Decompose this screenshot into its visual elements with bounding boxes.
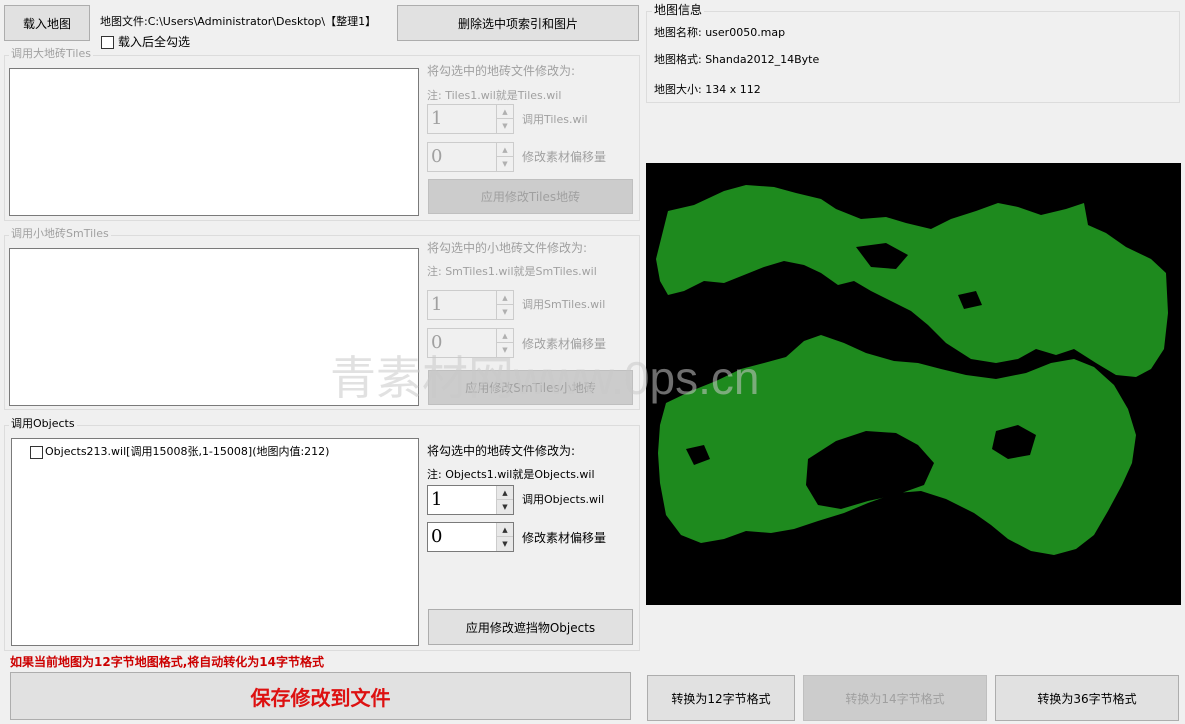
format-warning-text: 如果当前地图为12字节地图格式,将自动转化为14字节格式 <box>10 655 324 669</box>
smtiles-group-title: 调用小地砖SmTiles <box>9 227 111 240</box>
convert-36byte-button[interactable]: 转换为36字节格式 <box>995 675 1179 721</box>
spin-up-icon[interactable]: ▲ <box>497 291 513 305</box>
apply-objects-button[interactable]: 应用修改遮挡物Objects <box>428 609 633 645</box>
smtiles-offset-label: 修改素材偏移量 <box>522 337 607 351</box>
tiles-offset-stepper[interactable]: 0 ▲ ▼ <box>427 142 514 172</box>
spin-up-icon[interactable]: ▲ <box>497 329 513 343</box>
spin-up-icon[interactable]: ▲ <box>497 105 513 119</box>
tiles-index-stepper[interactable]: 1 ▲ ▼ <box>427 104 514 134</box>
objects-item-label: Objects213.wil[调用15008张,1-15008](地图内值:21… <box>45 445 330 458</box>
objects-offset-stepper[interactable]: 0 ▲ ▼ <box>427 522 514 552</box>
map-size-label: 地图大小: 134 x 112 <box>654 83 761 96</box>
tiles-modify-to-label: 将勾选中的地砖文件修改为: <box>427 64 576 78</box>
spin-down-icon[interactable]: ▼ <box>497 119 513 133</box>
smtiles-index-label: 调用SmTiles.wil <box>522 298 606 311</box>
spin-down-icon[interactable]: ▼ <box>497 305 513 319</box>
spin-down-icon[interactable]: ▼ <box>497 537 513 551</box>
apply-smtiles-button[interactable]: 应用修改SmTiles小地砖 <box>428 370 633 405</box>
objects-index-value: 1 <box>431 489 443 510</box>
smtiles-offset-value: 0 <box>431 332 443 353</box>
map-info-title: 地图信息 <box>652 3 705 17</box>
tiles-listbox[interactable] <box>9 68 419 216</box>
spin-up-icon[interactable]: ▲ <box>497 143 513 157</box>
spin-up-icon[interactable]: ▲ <box>497 523 513 537</box>
objects-modify-to-label: 将勾选中的地砖文件修改为: <box>427 444 576 458</box>
map-format-label: 地图格式: Shanda2012_14Byte <box>654 53 820 66</box>
objects-item-checkbox[interactable] <box>30 446 43 459</box>
smtiles-note-label: 注: SmTiles1.wil就是SmTiles.wil <box>427 265 597 278</box>
spin-down-icon[interactable]: ▼ <box>497 157 513 171</box>
spin-down-icon[interactable]: ▼ <box>497 343 513 357</box>
load-map-button[interactable]: 载入地图 <box>4 5 90 41</box>
map-terrain <box>656 185 1168 555</box>
select-all-on-load-label: 载入后全勾选 <box>118 35 191 49</box>
objects-note-label: 注: Objects1.wil就是Objects.wil <box>427 468 595 481</box>
tiles-offset-value: 0 <box>431 146 443 167</box>
spin-down-icon[interactable]: ▼ <box>497 500 513 514</box>
objects-index-label: 调用Objects.wil <box>522 493 605 506</box>
tiles-index-label: 调用Tiles.wil <box>522 113 588 126</box>
tiles-note-label: 注: Tiles1.wil就是Tiles.wil <box>427 89 562 102</box>
tiles-group-title: 调用大地砖Tiles <box>9 47 93 60</box>
smtiles-offset-stepper[interactable]: 0 ▲ ▼ <box>427 328 514 358</box>
convert-14byte-button[interactable]: 转换为14字节格式 <box>803 675 987 721</box>
objects-offset-value: 0 <box>431 526 443 547</box>
map-preview[interactable] <box>646 163 1181 605</box>
convert-12byte-button[interactable]: 转换为12字节格式 <box>647 675 795 721</box>
smtiles-modify-to-label: 将勾选中的小地砖文件修改为: <box>427 241 588 255</box>
apply-tiles-button[interactable]: 应用修改Tiles地砖 <box>428 179 633 214</box>
smtiles-listbox[interactable] <box>9 248 419 406</box>
tiles-index-value: 1 <box>431 108 443 129</box>
objects-listbox[interactable]: Objects213.wil[调用15008张,1-15008](地图内值:21… <box>11 438 419 646</box>
smtiles-index-stepper[interactable]: 1 ▲ ▼ <box>427 290 514 320</box>
save-to-file-button[interactable]: 保存修改到文件 <box>10 672 631 720</box>
objects-group-title: 调用Objects <box>9 417 77 430</box>
objects-index-stepper[interactable]: 1 ▲ ▼ <box>427 485 514 515</box>
smtiles-index-value: 1 <box>431 294 443 315</box>
tiles-offset-label: 修改素材偏移量 <box>522 150 607 164</box>
map-name-label: 地图名称: user0050.map <box>654 26 786 39</box>
spin-up-icon[interactable]: ▲ <box>497 486 513 500</box>
objects-offset-label: 修改素材偏移量 <box>522 531 607 545</box>
delete-selected-button[interactable]: 删除选中项索引和图片 <box>397 5 639 41</box>
map-file-path-label: 地图文件:C:\Users\Administrator\Desktop\【整理1… <box>100 15 377 28</box>
select-all-on-load-checkbox[interactable] <box>101 36 114 49</box>
